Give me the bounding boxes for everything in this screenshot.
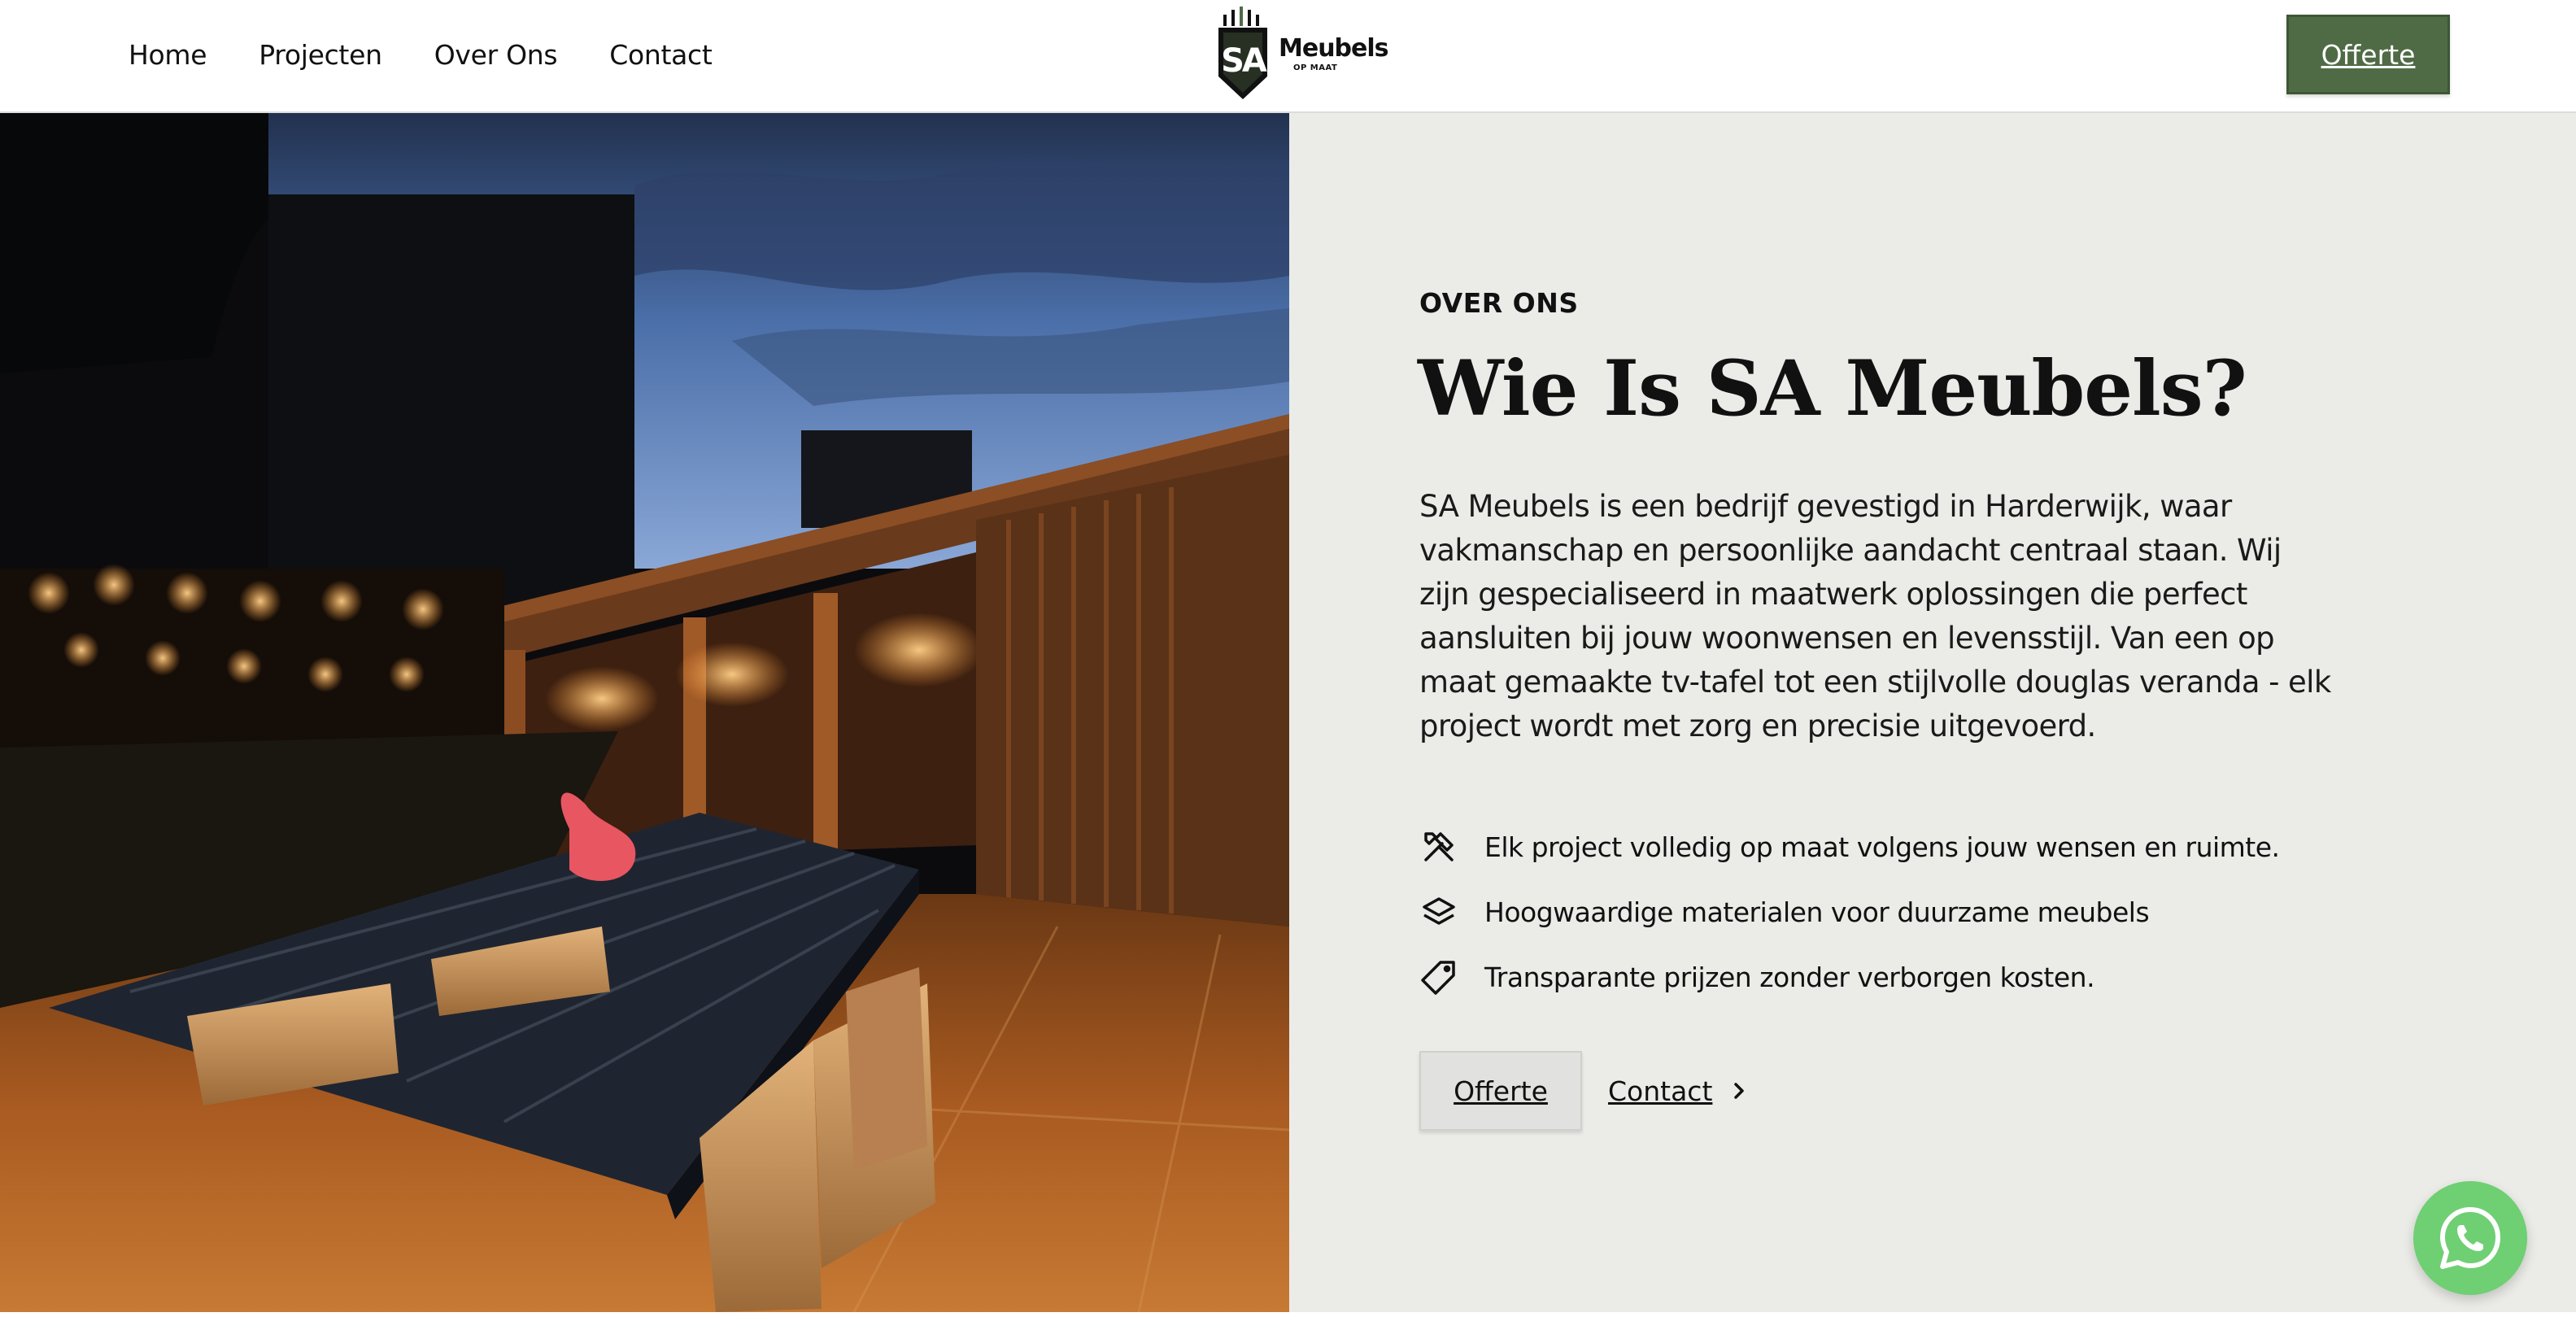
feature-text: Hoogwaardige materialen voor duurzame me… bbox=[1484, 896, 2150, 928]
main-nav: Home Projecten Over Ons Contact bbox=[129, 0, 765, 109]
nav-home[interactable]: Home bbox=[129, 39, 207, 71]
contact-link[interactable]: Contact bbox=[1608, 1075, 1748, 1107]
feature-text: Transparante prijzen zonder verborgen ko… bbox=[1484, 961, 2095, 993]
sa-monogram-logo: SA bbox=[1218, 7, 1270, 99]
whatsapp-button[interactable] bbox=[2413, 1181, 2527, 1295]
logo-wordmark: Meubels bbox=[1279, 34, 1389, 63]
garden-veranda-evening-photo bbox=[0, 113, 1289, 1312]
svg-text:SA: SA bbox=[1221, 42, 1267, 80]
nav-over-ons[interactable]: Over Ons bbox=[434, 39, 558, 71]
feature-list: Elk project volledig op maat volgens jou… bbox=[1419, 814, 2395, 1009]
header-offerte-button[interactable]: Offerte bbox=[2286, 15, 2450, 94]
contact-link-label: Contact bbox=[1608, 1075, 1713, 1107]
feature-item: Hoogwaardige materialen voor duurzame me… bbox=[1419, 879, 2395, 944]
price-tag-icon bbox=[1421, 961, 1455, 995]
feature-item: Transparante prijzen zonder verborgen ko… bbox=[1419, 944, 2395, 1009]
offerte-button[interactable]: Offerte bbox=[1419, 1051, 1582, 1131]
section-eyebrow: OVER ONS bbox=[1419, 287, 1579, 319]
layers-icon bbox=[1423, 897, 1455, 925]
cta-row: Offerte Contact bbox=[1419, 1051, 1748, 1131]
site-header: Home Projecten Over Ons Contact SA Meube… bbox=[0, 0, 2576, 113]
feature-item: Elk project volledig op maat volgens jou… bbox=[1419, 814, 2395, 879]
tools-icon bbox=[1424, 832, 1454, 861]
nav-projecten[interactable]: Projecten bbox=[259, 39, 382, 71]
section-body: SA Meubels is een bedrijf gevestigd in H… bbox=[1419, 489, 2331, 743]
nav-contact[interactable]: Contact bbox=[609, 39, 713, 71]
chevron-right-icon bbox=[1734, 1083, 1745, 1099]
site-logo[interactable]: SA Meubels OP MAAT bbox=[1215, 7, 1389, 101]
feature-text: Elk project volledig op maat volgens jou… bbox=[1484, 831, 2280, 863]
about-section: OVER ONS Wie Is SA Meubels? SA Meubels i… bbox=[1289, 113, 2576, 1312]
hero-photo bbox=[0, 113, 1289, 1312]
whatsapp-icon bbox=[2440, 1207, 2500, 1269]
section-title: Wie Is SA Meubels? bbox=[1418, 344, 2247, 434]
logo-tagline: OP MAAT bbox=[1293, 63, 1338, 72]
